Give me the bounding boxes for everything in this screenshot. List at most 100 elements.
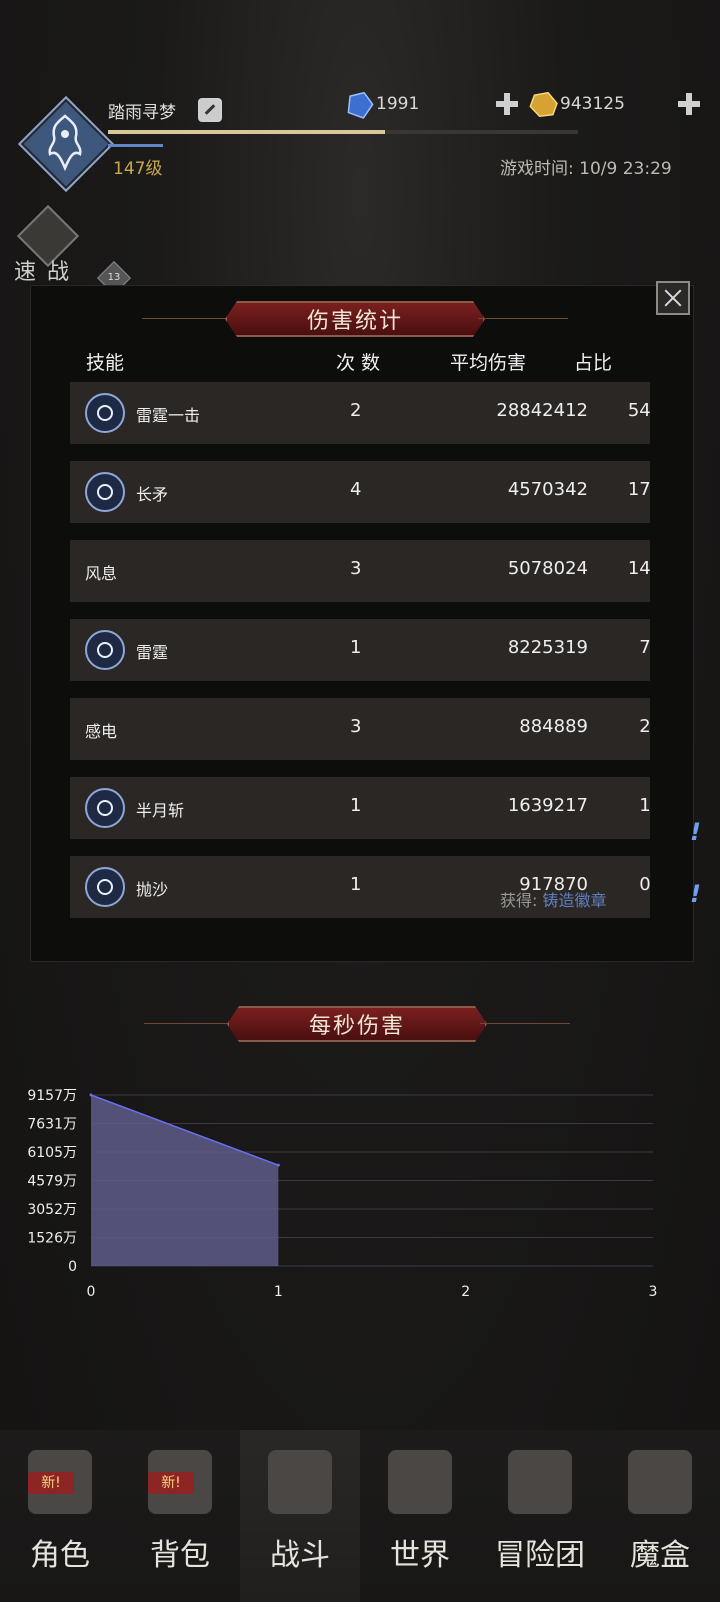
dps-point	[276, 1163, 280, 1167]
banner-left-ornament	[144, 1023, 234, 1024]
dps-point	[89, 1093, 93, 1097]
shield-sword-icon	[268, 1450, 332, 1514]
skill-name: 雷霆	[136, 643, 169, 662]
dps-title-banner: 每秒伤害	[144, 1003, 570, 1045]
y-tick-label: 9157万	[28, 1088, 77, 1104]
skill-icon	[85, 472, 125, 512]
hit-count: 3	[350, 558, 362, 579]
skill-icon	[85, 393, 125, 433]
damage-row: 风息3507802414.5%	[70, 540, 650, 602]
game-time: 游戏时间: 10/9 23:29	[500, 159, 672, 179]
top-status-bar: 13 踏雨寻梦 147级 1991 943125 游戏时间: 10/9 23:2…	[0, 0, 720, 300]
nav-tab-4[interactable]: 冒险团	[480, 1430, 600, 1602]
damage-percent: 54.9%	[627, 400, 650, 421]
hit-count: 3	[350, 716, 362, 737]
experience-bar	[108, 130, 578, 134]
hit-count: 1	[350, 795, 362, 816]
obtain-item: 铸造徽章	[542, 891, 607, 910]
edit-name-icon[interactable]	[198, 98, 222, 122]
x-tick-label: 0	[87, 1284, 96, 1300]
damage-stats-list[interactable]: 雷霆一击22884241254.9%长矛4457034217.4%风息35078…	[70, 382, 650, 962]
skill-name: 半月斩	[136, 801, 185, 820]
hit-count: 4	[350, 479, 362, 500]
speed-battle-button[interactable]: 速 战	[10, 204, 82, 285]
speed-battle-label: 速 战	[14, 260, 71, 285]
dps-title: 每秒伤害	[227, 1006, 487, 1042]
obtain-label: 获得:	[500, 891, 538, 910]
y-tick-label: 0	[68, 1259, 77, 1275]
damage-percent: 2.5%	[639, 716, 650, 737]
y-tick-label: 4579万	[28, 1174, 77, 1190]
y-tick-label: 6105万	[28, 1145, 77, 1161]
y-tick-label: 3052万	[28, 1202, 77, 1218]
column-header-skill: 技能	[86, 352, 125, 374]
skill-name: 风息	[85, 564, 118, 583]
nav-label: 角色	[30, 1538, 90, 1573]
cube-icon	[628, 1450, 692, 1514]
nav-tab-2[interactable]: 战斗	[240, 1430, 360, 1602]
damage-row: 半月斩116392171.6%	[70, 777, 650, 839]
hit-count: 1	[350, 637, 362, 658]
add-gold-gem-icon[interactable]	[678, 93, 700, 115]
blue-gem-value: 1991	[376, 94, 420, 114]
skill-name: 感电	[85, 722, 118, 741]
player-name: 踏雨寻梦	[108, 103, 176, 123]
nav-tab-0[interactable]: 新! 角色	[0, 1430, 120, 1602]
nav-tab-1[interactable]: 新! 背包	[120, 1430, 240, 1602]
banner-left-ornament	[142, 318, 232, 319]
skill-name: 雷霆一击	[136, 406, 201, 425]
player-level: 147级	[113, 159, 163, 179]
new-badge: 新!	[148, 1472, 194, 1494]
column-header-count: 次 数	[336, 352, 381, 374]
damage-row: 长矛4457034217.4%	[70, 461, 650, 523]
dps-chart: 9157万 7631万 6105万 4579万 3052万 1526万 0 0 1 2 3	[27, 1088, 702, 1308]
bottom-navigation: 新! 角色 新! 背包 战斗 世界 冒险团 魔盒	[0, 1430, 720, 1602]
exclamation-icon: !	[690, 818, 701, 846]
damage-percent: 1.6%	[639, 795, 650, 816]
experience-bar-fill	[108, 130, 386, 134]
add-blue-gem-icon[interactable]	[496, 93, 518, 115]
damage-stats-title-banner: 伤害统计	[142, 298, 568, 340]
nav-label: 背包	[150, 1538, 210, 1573]
blue-gem-currency: 1991	[346, 90, 518, 119]
new-badge: 新!	[28, 1472, 74, 1494]
map-scroll-icon	[388, 1450, 452, 1514]
nav-tab-5[interactable]: 魔盒	[600, 1430, 720, 1602]
x-tick-label: 3	[649, 1284, 658, 1300]
nav-label: 世界	[390, 1538, 450, 1573]
x-tick-label: 1	[274, 1284, 283, 1300]
damage-stats-title: 伤害统计	[225, 301, 485, 337]
nav-label: 魔盒	[630, 1538, 690, 1573]
dragon-emblem-icon	[48, 114, 82, 172]
skill-name: 抛沙	[136, 880, 169, 899]
blue-gem-icon	[347, 91, 374, 119]
dps-area	[91, 1095, 279, 1266]
banner-right-ornament	[480, 1023, 570, 1024]
close-button[interactable]	[656, 281, 690, 315]
damage-row: 雷霆一击22884241254.9%	[70, 382, 650, 444]
gold-gem-currency: 943125	[529, 90, 700, 118]
column-header-avg-damage: 平均伤害	[450, 352, 527, 374]
hit-count: 1	[350, 874, 362, 895]
player-avatar[interactable]: 13	[17, 95, 131, 295]
hit-count: 2	[350, 400, 362, 421]
nav-label: 冒险团	[495, 1538, 585, 1573]
skill-icon	[85, 867, 125, 907]
damage-percent: 7.8%	[639, 637, 650, 658]
exclamation-icon: !	[690, 880, 701, 908]
nav-tab-3[interactable]: 世界	[360, 1430, 480, 1602]
skill-icon	[85, 630, 125, 670]
damage-row: 感电38848892.5%	[70, 698, 650, 760]
background-obtain-text: 获得: 铸造徽章	[500, 887, 607, 911]
column-header-percent: 占比	[574, 352, 613, 374]
castle-icon	[508, 1450, 572, 1514]
y-tick-label: 1526万	[28, 1231, 77, 1247]
nav-label: 战斗	[270, 1538, 330, 1573]
y-tick-label: 7631万	[28, 1117, 77, 1133]
damage-row: 雷霆182253197.8%	[70, 619, 650, 681]
skill-icon	[85, 788, 125, 828]
x-tick-label: 2	[461, 1284, 470, 1300]
skill-name: 长矛	[136, 485, 169, 504]
dps-chart-svg: 9157万 7631万 6105万 4579万 3052万 1526万 00 1 2 3	[27, 1088, 658, 1300]
damage-percent: 14.5%	[627, 558, 650, 579]
